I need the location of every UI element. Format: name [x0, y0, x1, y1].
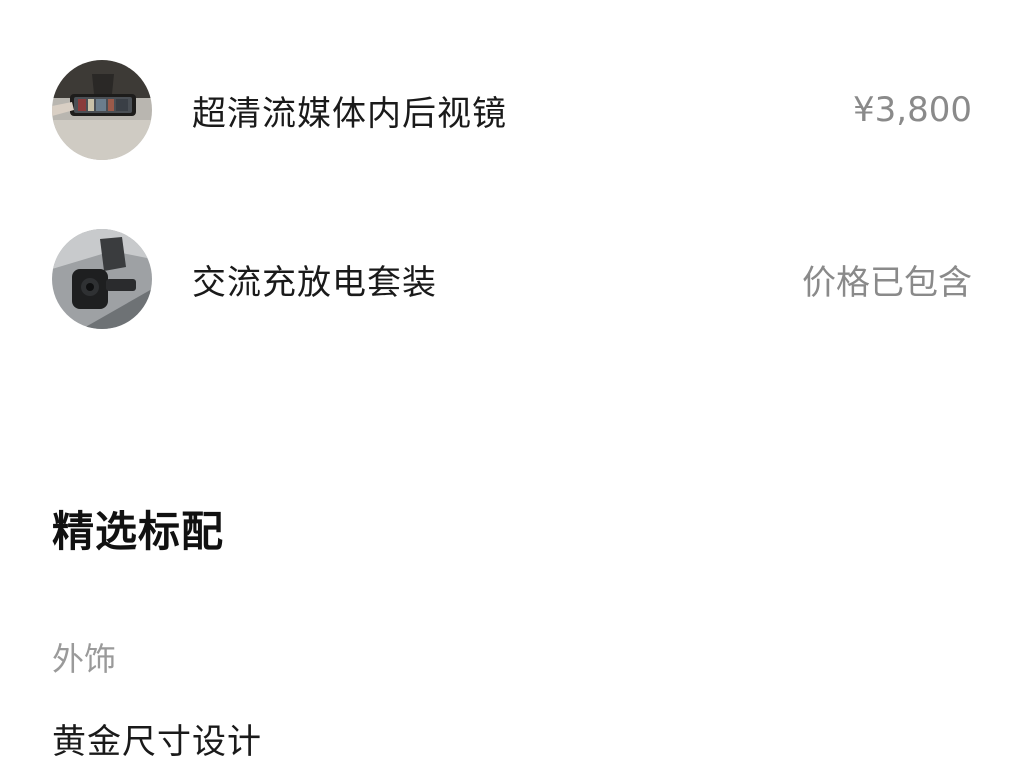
- charging-kit-thumbnail: [52, 229, 152, 329]
- option-label: 超清流媒体内后视镜: [192, 93, 507, 134]
- category-label: 外饰: [52, 640, 117, 678]
- option-row-charging-kit[interactable]: 交流充放电套装 价格已包含: [52, 229, 972, 329]
- option-label: 交流充放电套装: [192, 262, 437, 303]
- feature-item: 黄金尺寸设计: [52, 722, 262, 762]
- charging-adapter-icon: [52, 229, 152, 329]
- option-price: ¥3,800: [853, 90, 972, 130]
- section-title: 精选标配: [52, 507, 225, 556]
- option-price-status: 价格已包含: [802, 262, 972, 303]
- rearview-mirror-icon: [52, 60, 152, 160]
- option-row-rearview-mirror[interactable]: 超清流媒体内后视镜 ¥3,800: [52, 60, 972, 160]
- rearview-mirror-thumbnail: [52, 60, 152, 160]
- page: 超清流媒体内后视镜 ¥3,800 交流充放电套装 价格已包含 精选标配 外饰 黄…: [0, 0, 1024, 768]
